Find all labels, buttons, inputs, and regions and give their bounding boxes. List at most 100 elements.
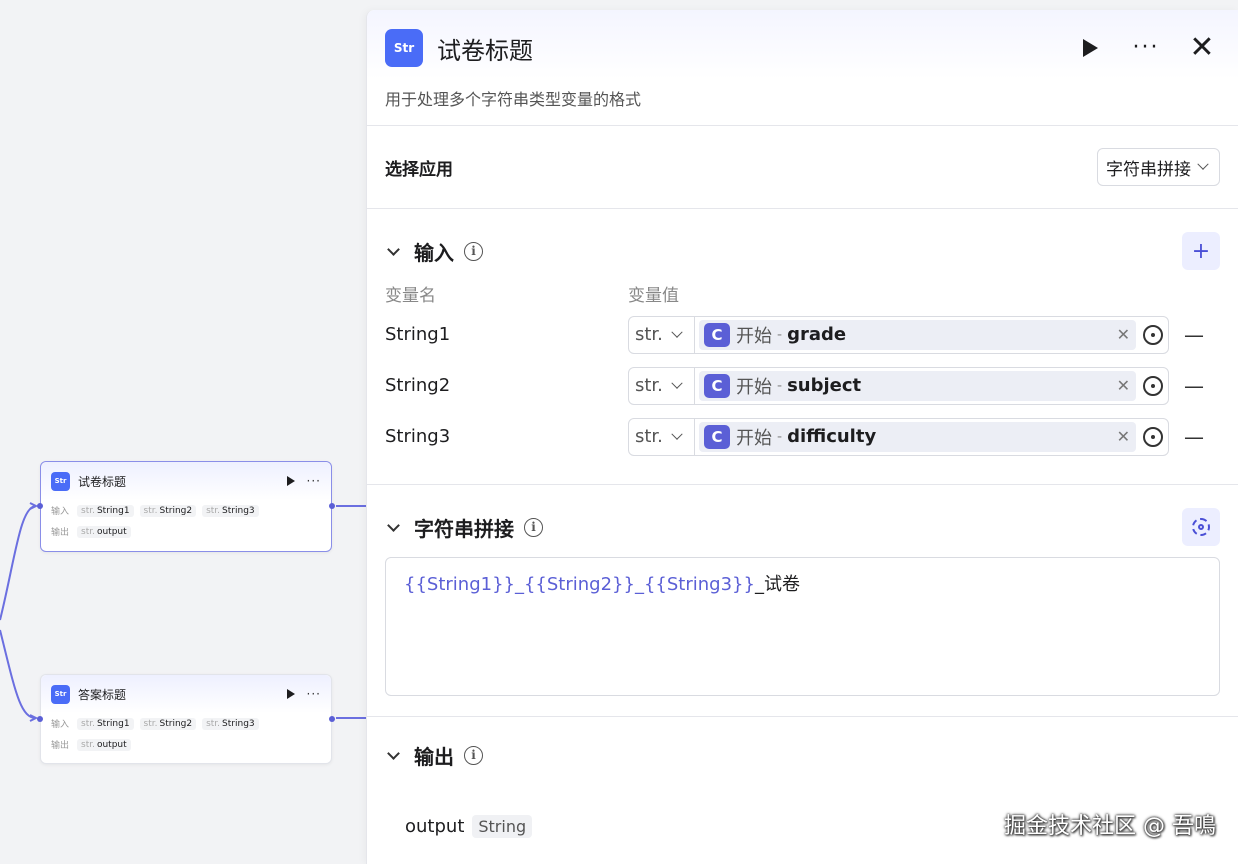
variable-picker-button[interactable] — [1138, 375, 1168, 396]
concat-section: 字符串拼接 i {{String1}}_{{String2}}_{{String… — [367, 485, 1238, 717]
variable-name[interactable]: String1 — [385, 324, 628, 345]
variable-reference-tag[interactable]: C 开始 - subject ✕ — [699, 370, 1136, 401]
output-type-badge: String — [472, 814, 533, 838]
run-icon[interactable] — [286, 689, 295, 699]
type-select[interactable]: str. — [629, 316, 695, 353]
variable-picker-button[interactable] — [1138, 324, 1168, 345]
variable-row: String2 str. C 开始 - subject ✕ — — [385, 360, 1220, 411]
template-editor[interactable]: {{String1}}_{{String2}}_{{String3}}_试卷 — [385, 557, 1220, 696]
node-output-label: 输出 — [51, 528, 70, 538]
more-icon[interactable]: ··· — [307, 474, 321, 488]
add-variable-button[interactable]: + — [1182, 232, 1220, 270]
more-button[interactable]: ··· — [1128, 30, 1164, 66]
variable-picker-button[interactable] — [1138, 426, 1168, 447]
start-node-icon: C — [704, 322, 730, 347]
chevron-down-icon — [671, 377, 683, 389]
gear-icon — [1192, 518, 1210, 536]
output-chip: str. output — [77, 525, 131, 538]
variable-picker-icon — [1143, 375, 1163, 396]
template-text: _试卷 — [754, 574, 800, 595]
type-select[interactable]: str. — [629, 367, 695, 404]
input-chip: str. String2 — [139, 717, 197, 730]
input-chip: str. String3 — [202, 504, 259, 517]
collapse-chevron-icon[interactable] — [387, 746, 400, 760]
variable-name[interactable]: String3 — [385, 426, 628, 447]
node-input-label: 输入 — [51, 720, 70, 730]
start-node-icon: C — [704, 424, 730, 449]
variable-value-field: str. C 开始 - subject ✕ — [628, 366, 1169, 405]
close-button[interactable]: ✕ — [1184, 30, 1220, 66]
watermark: 掘金技术社区 @ 吾鳴 — [1004, 814, 1216, 839]
type-select[interactable]: str. — [629, 418, 695, 455]
collapse-chevron-icon[interactable] — [387, 242, 400, 256]
ref-variable: grade — [787, 324, 847, 345]
info-icon[interactable]: i — [464, 745, 483, 765]
more-icon: ··· — [1132, 35, 1160, 60]
play-icon — [1082, 39, 1098, 57]
info-icon[interactable]: i — [524, 517, 543, 537]
select-app-dropdown[interactable]: 字符串拼接 — [1097, 148, 1220, 186]
output-port[interactable] — [329, 716, 335, 722]
select-app-section: 选择应用 字符串拼接 — [367, 126, 1238, 209]
remove-variable-button[interactable]: — — [1169, 323, 1219, 347]
info-icon[interactable]: i — [464, 241, 483, 261]
start-node-icon: C — [704, 373, 730, 398]
output-section-title: 输出 — [414, 744, 454, 769]
input-chip: str. String3 — [202, 717, 259, 730]
input-port[interactable] — [37, 503, 43, 509]
variable-reference-tag[interactable]: C 开始 - grade ✕ — [699, 319, 1136, 350]
node-title: 答案标题 — [78, 687, 127, 702]
run-icon[interactable] — [286, 476, 295, 486]
input-section: 输入 i + 变量名 变量值 String1 str. C 开始 - grade… — [367, 209, 1238, 485]
run-button[interactable] — [1072, 30, 1108, 66]
panel-header: Str 试卷标题 ··· ✕ 用于处理多个字符串类型变量的格式 — [367, 10, 1238, 126]
clear-reference-icon[interactable]: ✕ — [1117, 427, 1130, 446]
column-header-value: 变量值 — [628, 286, 679, 306]
select-app-value: 字符串拼接 — [1106, 159, 1191, 180]
panel-description: 用于处理多个字符串类型变量的格式 — [385, 90, 642, 109]
variable-name[interactable]: String2 — [385, 375, 628, 396]
close-icon: ✕ — [1189, 30, 1215, 65]
string-node-icon: Str — [51, 471, 70, 491]
string-app-icon: Str — [385, 29, 423, 67]
more-icon[interactable]: ··· — [307, 687, 321, 701]
panel-title[interactable]: 试卷标题 — [437, 31, 1052, 66]
variable-row: String1 str. C 开始 - grade ✕ — — [385, 309, 1220, 360]
input-chip: str. String2 — [139, 504, 197, 517]
variable-value-field: str. C 开始 - grade ✕ — [628, 315, 1169, 354]
select-app-label: 选择应用 — [385, 159, 453, 180]
remove-variable-button[interactable]: — — [1169, 374, 1219, 398]
collapse-chevron-icon[interactable] — [387, 518, 400, 532]
concat-section-title: 字符串拼接 — [414, 516, 514, 541]
output-port[interactable] — [329, 503, 335, 509]
node-config-panel: Str 试卷标题 ··· ✕ 用于处理多个字符串类型变量的格式 选择应用 字符串… — [366, 10, 1238, 864]
output-chip: str. output — [77, 738, 131, 751]
chevron-down-icon — [671, 326, 683, 338]
settings-button[interactable] — [1182, 508, 1220, 546]
ref-node-name: 开始 — [736, 325, 772, 347]
remove-variable-button[interactable]: — — [1169, 425, 1219, 449]
canvas-node-answer-title[interactable]: Str 答案标题 ··· 输入 str. String1 str. String2 … — [37, 674, 335, 764]
input-port[interactable] — [37, 716, 43, 722]
input-chip: str. String1 — [77, 504, 134, 517]
chevron-down-icon — [1197, 158, 1209, 170]
node-title: 试卷标题 — [78, 474, 127, 489]
variable-row: String3 str. C 开始 - difficulty ✕ — — [385, 411, 1220, 462]
string-node-icon: Str — [51, 684, 70, 704]
node-input-label: 输入 — [51, 507, 70, 517]
input-section-title: 输入 — [414, 240, 454, 265]
ref-node-name: 开始 — [736, 427, 772, 449]
node-output-label: 输出 — [51, 741, 70, 751]
variable-picker-icon — [1143, 324, 1163, 345]
chevron-down-icon — [671, 428, 683, 440]
output-name: output — [405, 815, 465, 837]
column-header-name: 变量名 — [385, 286, 436, 306]
variable-reference-tag[interactable]: C 开始 - difficulty ✕ — [699, 421, 1136, 452]
variable-value-field: str. C 开始 - difficulty ✕ — [628, 417, 1169, 456]
ref-node-name: 开始 — [736, 376, 772, 398]
canvas-node-exam-title[interactable]: Str 试卷标题 ··· 输入 str. String1 str. String2 … — [37, 461, 335, 552]
template-variables: {{String1}}_{{String2}}_{{String3}} — [404, 574, 755, 595]
clear-reference-icon[interactable]: ✕ — [1117, 325, 1130, 344]
clear-reference-icon[interactable]: ✕ — [1117, 376, 1130, 395]
ref-variable: subject — [787, 375, 862, 396]
